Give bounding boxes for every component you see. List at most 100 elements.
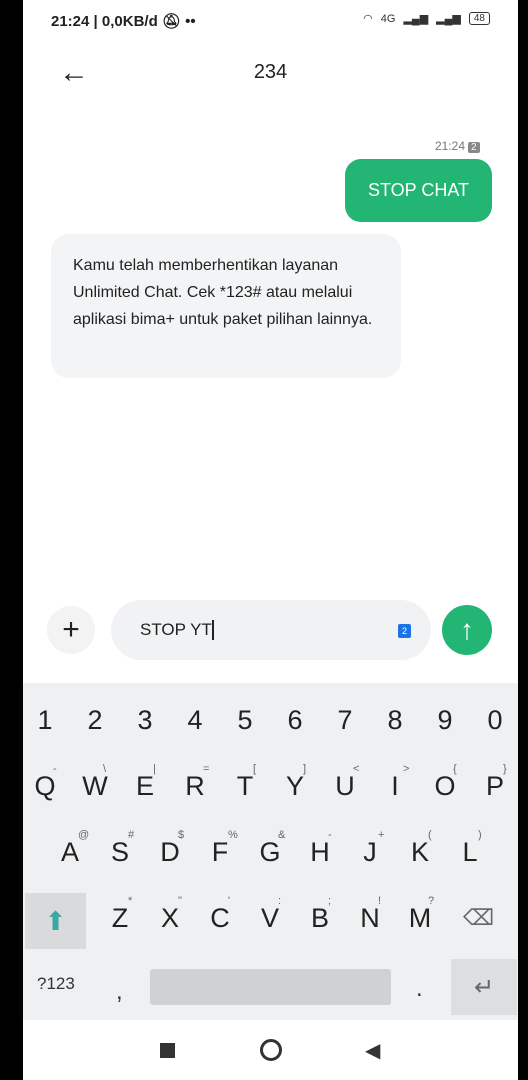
home-circle-icon[interactable] [260,1039,282,1061]
key-hint: : [278,895,282,907]
key-u[interactable]: U [321,771,369,802]
sim-badge: 2 [468,142,480,153]
backspace-key[interactable]: ⌫ [463,905,494,931]
back-triangle-icon[interactable]: ◀ [365,1038,380,1063]
symbols-key[interactable]: ?123 [37,974,75,994]
key-p[interactable]: P [471,771,518,802]
network-label: 4G [380,12,396,25]
key-hint: ] [303,763,307,775]
key-hint: - [328,829,332,841]
add-attachment-button[interactable]: + [47,606,95,654]
key-hint: \ [103,763,107,775]
key-hint: | [153,763,156,775]
message-input[interactable]: STOP YT [111,600,431,660]
key-hint: % [228,829,238,841]
send-button[interactable]: ↑ [442,605,492,655]
more-dots-icon: •• [185,13,196,30]
key-hint: > [403,763,410,775]
key-o[interactable]: O [421,771,469,802]
incoming-message[interactable]: Kamu telah memberhentikan layanan Unlimi… [51,234,401,378]
key-z[interactable]: Z [96,903,144,934]
key-n[interactable]: N [346,903,394,934]
key-y[interactable]: Y [271,771,319,802]
shift-arrow-icon: ⬆ [44,905,67,936]
key-hint: " [178,895,182,907]
key-hint: ( [428,829,432,841]
key-e[interactable]: E [121,771,169,802]
key-1[interactable]: 1 [23,705,69,736]
key-8[interactable]: 8 [371,705,419,736]
bell-off-icon: 🔕︎ [161,13,181,30]
arrow-up-icon: ↑ [460,614,474,645]
page-title: 234 [253,61,288,83]
key-2[interactable]: 2 [71,705,119,736]
key-hint: @ [78,829,90,841]
key-j[interactable]: J [346,837,394,868]
space-key[interactable] [150,969,391,1005]
key-q[interactable]: Q [23,771,69,802]
key-hint: [ [253,763,257,775]
key-i[interactable]: I [371,771,419,802]
status-text: 21:24 | 0,0KB/d [51,13,158,30]
period-key[interactable]: . [416,975,423,1003]
outgoing-message[interactable]: STOP CHAT [345,159,492,222]
key-f[interactable]: F [196,837,244,868]
key-t[interactable]: T [221,771,269,802]
comma-key[interactable]: , [116,978,123,1006]
text-caret [211,620,214,640]
key-3[interactable]: 3 [121,705,169,736]
key-hint: - [53,763,57,775]
key-hint: } [503,763,507,775]
keyboard: ⬆ ⌫ ?123 , . ↵ 1 2 3 4 5 6 7 8 9 0 Q - W \ E | R = T[Y] U < I… [23,683,518,1020]
key-hint: & [278,829,286,841]
key-7[interactable]: 7 [321,705,369,736]
key-g[interactable]: G [246,837,294,868]
key-c[interactable]: C [196,903,244,934]
message-timestamp: 21:24 2 [435,139,480,153]
key-hint: ? [428,895,435,907]
wifi-icon: ◠ [363,13,373,25]
key-hint: { [453,763,457,775]
status-bar-right: ◠ 4G ▂▄▆ ▂▄▆ 48 [363,12,490,25]
key-k[interactable]: K [396,837,444,868]
key-5[interactable]: 5 [221,705,269,736]
key-hint: ) [478,829,482,841]
key-hint: ; [328,895,332,907]
key-l[interactable]: L [446,837,494,868]
key-d[interactable]: D [146,837,194,868]
key-hint: ! [378,895,382,907]
key-r[interactable]: R [171,771,219,802]
key-hint: < [353,763,360,775]
key-hint: # [128,829,135,841]
key-9[interactable]: 9 [421,705,469,736]
recents-square-icon[interactable] [160,1043,175,1058]
signal-icon: ▂▄▆ [403,13,429,25]
key-h[interactable]: H [296,837,344,868]
key-hint: $ [178,829,185,841]
key-x[interactable]: X [146,903,194,934]
key-hint: + [378,829,385,841]
enter-key[interactable]: ↵ [451,959,517,1015]
time-text: 21:24 [435,139,466,153]
key-0[interactable]: 0 [471,705,518,736]
key-v[interactable]: V [246,903,294,934]
key-hint: * [128,895,133,907]
key-hint: = [203,763,210,775]
enter-icon: ↵ [473,973,495,1001]
key-s[interactable]: S [96,837,144,868]
sim-selector[interactable]: 2 [398,624,411,638]
shift-key[interactable]: ⬆ [25,893,86,949]
key-b[interactable]: B [296,903,344,934]
navigation-bar: ◀ [23,1020,518,1080]
status-bar-left: 21:24 | 0,0KB/d 🔕︎ •• [51,12,196,30]
key-hint: ' [228,895,231,907]
key-4[interactable]: 4 [171,705,219,736]
backspace-icon: ⌫ [463,905,495,930]
key-a[interactable]: A [46,837,94,868]
key-6[interactable]: 6 [271,705,319,736]
input-text: STOP YT [140,620,212,639]
key-w[interactable]: W [71,771,119,802]
key-m[interactable]: M [396,903,444,934]
battery-icon: 48 [468,12,490,25]
screen: 21:24 | 0,0KB/d 🔕︎ •• ◠ 4G ▂▄▆ ▂▄▆ 48 ← … [23,0,518,1080]
